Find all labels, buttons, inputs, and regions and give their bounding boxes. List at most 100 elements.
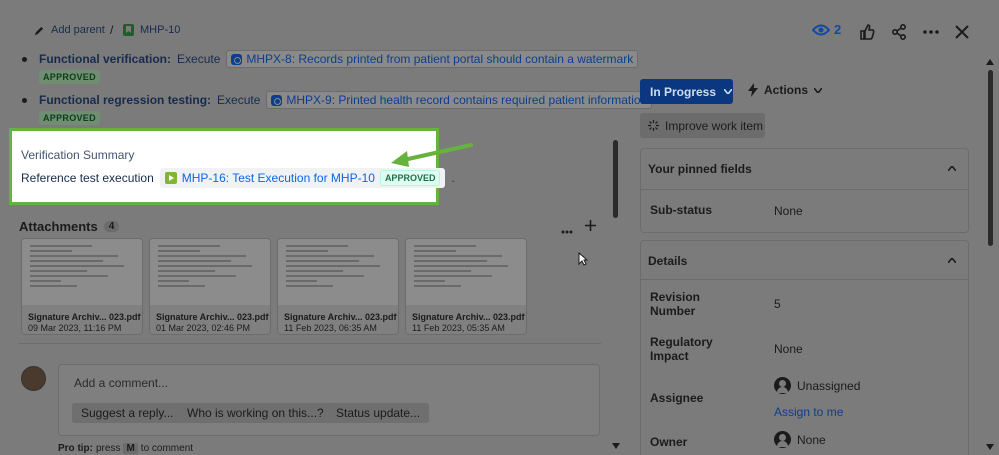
status-update-button[interactable]: Status update... bbox=[327, 403, 430, 423]
bullet bbox=[22, 97, 27, 103]
scroll-down-icon[interactable] bbox=[986, 444, 994, 450]
scroll-up-icon[interactable] bbox=[986, 59, 994, 65]
attachment-name: Signature Archiv... 023.pdf bbox=[156, 312, 269, 322]
sparkle-icon bbox=[648, 120, 659, 131]
verification-prefix: Reference test execution bbox=[21, 171, 154, 185]
comment-editor[interactable]: Add a comment... Suggest a reply... Who … bbox=[58, 364, 600, 436]
pdf-thumbnail bbox=[150, 239, 270, 305]
attachment-name: Signature Archiv... 023.pdf bbox=[412, 312, 525, 322]
attachment-date: 09 Mar 2023, 11:16 PM bbox=[28, 323, 122, 333]
pencil-icon bbox=[34, 26, 44, 35]
revision-number-value[interactable]: 5 bbox=[774, 297, 781, 311]
revision-number-label: Revision Number bbox=[650, 290, 700, 318]
share-icon bbox=[891, 24, 906, 40]
regulatory-impact-value[interactable]: None bbox=[774, 342, 803, 356]
attachment-name: Signature Archiv... 023.pdf bbox=[28, 312, 141, 322]
comment-placeholder: Add a comment... bbox=[74, 376, 169, 390]
chevron-down-icon bbox=[724, 89, 733, 94]
assign-to-me-link[interactable]: Assign to me bbox=[774, 405, 843, 419]
bullet-label: Functional regression testing: bbox=[39, 93, 212, 107]
scrollbar-thumb[interactable] bbox=[613, 140, 618, 218]
test-icon bbox=[231, 53, 243, 65]
more-actions-button[interactable] bbox=[919, 20, 943, 44]
issue-link[interactable]: MHPX-9: Printed health record contains r… bbox=[266, 91, 653, 109]
status-dropdown-button[interactable]: In Progress bbox=[640, 79, 733, 104]
pinned-fields-title: Your pinned fields bbox=[648, 162, 752, 176]
owner-label: Owner bbox=[650, 435, 688, 449]
chevron-up-icon[interactable] bbox=[948, 258, 956, 263]
issue-sidebar: In Progress Actions Improve work item Yo… bbox=[628, 44, 999, 455]
chevron-up-icon[interactable] bbox=[948, 166, 956, 171]
verification-summary-highlight: Verification Summary Reference test exec… bbox=[9, 128, 455, 205]
chevron-down-icon bbox=[814, 87, 823, 93]
status-lozenge: APPROVED bbox=[39, 111, 100, 125]
pdf-thumbnail bbox=[22, 239, 142, 305]
main-scrollbar[interactable] bbox=[612, 44, 620, 455]
attachment-card[interactable]: Signature Archiv... 023.pdf 01 Mar 2023,… bbox=[149, 238, 271, 335]
assignee-label: Assignee bbox=[650, 391, 704, 405]
scroll-down-icon[interactable] bbox=[612, 443, 620, 449]
bullet-label: Functional verification: bbox=[39, 52, 172, 66]
actions-button[interactable]: Actions bbox=[748, 83, 823, 97]
bullet bbox=[22, 56, 27, 62]
regulatory-value-text: None bbox=[774, 342, 803, 356]
status-lozenge-wrap: APPROVED bbox=[39, 68, 100, 84]
scrollbar-thumb[interactable] bbox=[988, 70, 993, 246]
verification-summary-title: Verification Summary bbox=[21, 148, 135, 162]
plus-icon bbox=[585, 220, 596, 231]
owner-value[interactable]: None bbox=[774, 431, 826, 448]
attachment-date: 01 Mar 2023, 02:46 PM bbox=[156, 323, 251, 333]
close-icon bbox=[955, 25, 969, 39]
attachments-more-button[interactable] bbox=[561, 222, 573, 237]
sidebar-scrollbar[interactable] bbox=[985, 44, 995, 455]
issue-link[interactable]: MHPX-8: Records printed from patient por… bbox=[226, 50, 639, 68]
breadcrumb-issue-key[interactable]: MHP-10 bbox=[123, 24, 180, 36]
vote-button[interactable] bbox=[855, 20, 879, 44]
share-button[interactable] bbox=[887, 20, 911, 44]
regulatory-label-line-2: Impact bbox=[650, 349, 689, 363]
details-title: Details bbox=[648, 254, 688, 268]
lightning-icon bbox=[748, 83, 758, 97]
sub-status-value[interactable]: None bbox=[774, 204, 803, 218]
breadcrumb-separator: / bbox=[110, 23, 114, 37]
more-icon bbox=[561, 230, 573, 234]
thumbs-up-icon bbox=[860, 24, 875, 40]
revision-label-line-2: Number bbox=[650, 304, 696, 318]
add-attachment-button[interactable] bbox=[585, 219, 596, 234]
attachment-card[interactable]: Signature Archiv... 023.pdf 11 Feb 2023,… bbox=[277, 238, 399, 335]
close-button[interactable] bbox=[950, 20, 974, 44]
mouse-cursor-icon bbox=[578, 252, 588, 266]
verification-suffix: . bbox=[451, 171, 455, 185]
add-parent-button[interactable]: Add parent bbox=[34, 24, 105, 36]
user-icon bbox=[774, 431, 791, 448]
list-item: Functional verification: Execute MHPX-8:… bbox=[22, 50, 639, 68]
attachment-card[interactable]: Signature Archiv... 023.pdf 11 Feb 2023,… bbox=[405, 238, 527, 335]
pdf-thumbnail bbox=[278, 239, 398, 305]
watchers-count: 2 bbox=[834, 22, 842, 37]
who-is-working-button[interactable]: Who is working on this...? bbox=[178, 403, 333, 423]
bullet-verb: Execute bbox=[217, 93, 261, 107]
pinned-fields-panel: Your pinned fields Sub-status None bbox=[640, 148, 969, 233]
issue-link-text: MHPX-9: Printed health record contains r… bbox=[286, 93, 648, 107]
pro-tip-label: Pro tip: bbox=[58, 443, 93, 454]
assign-to-me-text: Assign to me bbox=[774, 405, 844, 419]
section-divider bbox=[19, 343, 601, 344]
more-icon bbox=[923, 30, 939, 34]
pro-tip-suffix: to comment bbox=[140, 443, 194, 454]
bullet-verb: Execute bbox=[177, 52, 221, 66]
attachment-date: 11 Feb 2023, 05:35 AM bbox=[412, 323, 505, 333]
improve-work-item-button[interactable]: Improve work item bbox=[640, 113, 765, 138]
user-icon bbox=[774, 377, 791, 394]
avatar bbox=[21, 366, 46, 391]
assignee-value[interactable]: Unassigned bbox=[774, 377, 860, 394]
suggest-reply-button[interactable]: Suggest a reply... bbox=[72, 403, 183, 423]
test-execution-link-text: MHP-16: Test Execution for MHP-10 bbox=[181, 171, 375, 185]
revision-value-text: 5 bbox=[774, 297, 781, 311]
add-parent-label: Add parent bbox=[51, 24, 105, 36]
assignee-value-text: Unassigned bbox=[797, 378, 861, 393]
attachments-title: Attachments bbox=[19, 219, 98, 234]
watch-button[interactable]: 2 bbox=[812, 22, 841, 37]
pro-tip: Pro tip: press M to comment bbox=[58, 443, 193, 454]
attachment-card[interactable]: Signature Archiv... 023.pdf 09 Mar 2023,… bbox=[21, 238, 143, 335]
panel-divider bbox=[641, 189, 968, 190]
